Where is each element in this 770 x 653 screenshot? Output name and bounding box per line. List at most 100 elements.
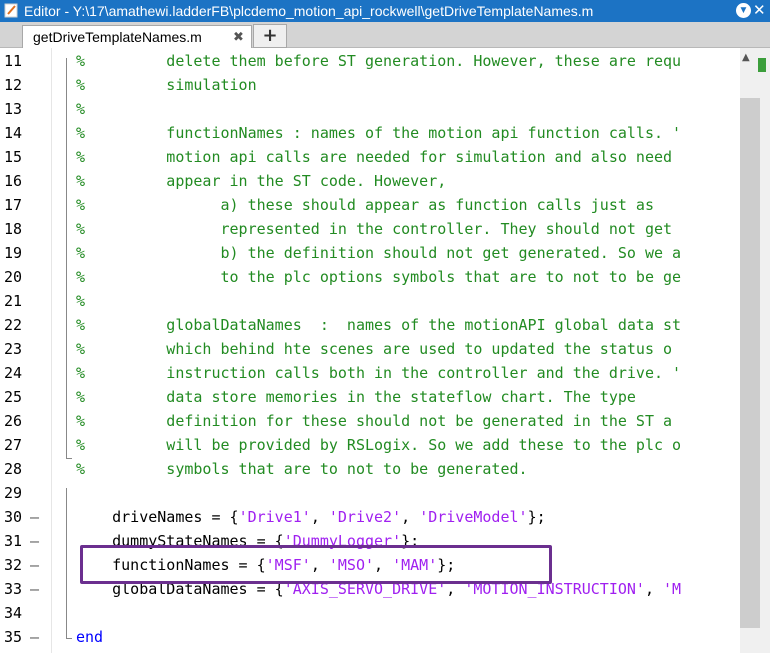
string-token: 'Drive2' bbox=[328, 508, 402, 526]
matlab-editor-icon bbox=[4, 3, 18, 18]
scroll-up-icon[interactable]: ▲ bbox=[742, 52, 750, 63]
line-number: 26 bbox=[3, 412, 22, 430]
code-text[interactable]: % appear in the ST code. However, bbox=[76, 169, 446, 193]
code-token: driveNames = { bbox=[76, 508, 239, 526]
code-text[interactable]: % functionNames : names of the motion ap… bbox=[76, 121, 681, 145]
line-number: 31 bbox=[3, 532, 22, 550]
code-text[interactable]: % a) these should appear as function cal… bbox=[76, 193, 654, 217]
code-text[interactable]: driveNames = {'Drive1', 'Drive2', 'Drive… bbox=[76, 505, 546, 529]
tab-bar: getDriveTemplateNames.m ✖ + bbox=[0, 22, 770, 48]
code-line[interactable]: 22 % globalDataNames : names of the motio… bbox=[0, 313, 740, 337]
line-number: 21 bbox=[3, 292, 22, 310]
code-line[interactable]: 26 % definition for these should not be g… bbox=[0, 409, 740, 433]
code-line[interactable]: 12 % simulation bbox=[0, 73, 740, 97]
code-text[interactable]: % represented in the controller. They sh… bbox=[76, 217, 672, 241]
code-text[interactable]: % data store memories in the stateflow c… bbox=[76, 385, 636, 409]
comment-token: % symbols that are to not to be generate… bbox=[76, 460, 528, 478]
line-number: 34 bbox=[3, 604, 22, 622]
string-token: 'M bbox=[663, 580, 682, 598]
comment-token: % represented in the controller. They sh… bbox=[76, 220, 673, 238]
code-line[interactable]: 34 bbox=[0, 601, 740, 625]
code-line[interactable]: 30– driveNames = {'Drive1', 'Drive2', 'D… bbox=[0, 505, 740, 529]
code-line[interactable]: 20 % to the plc options symbols that are … bbox=[0, 265, 740, 289]
code-text[interactable]: % to the plc options symbols that are to… bbox=[76, 265, 681, 289]
line-number: 24 bbox=[3, 364, 22, 382]
breakpoint-marker[interactable]: – bbox=[30, 577, 39, 601]
code-line[interactable]: 15 % motion api calls are needed for simu… bbox=[0, 145, 740, 169]
comment-token: % motion api calls are needed for simula… bbox=[76, 148, 673, 166]
code-line[interactable]: 28 % symbols that are to not to be genera… bbox=[0, 457, 740, 481]
line-number: 15 bbox=[3, 148, 22, 166]
line-number: 16 bbox=[3, 172, 22, 190]
line-number: 30 bbox=[3, 508, 22, 526]
window-title: Editor - Y:\17\amathewi.ladderFB\plcdemo… bbox=[24, 3, 594, 19]
comment-token: % functionNames : names of the motion ap… bbox=[76, 124, 682, 142]
highlight-box bbox=[80, 545, 552, 584]
analyzer-status-indicator[interactable] bbox=[758, 58, 766, 72]
code-text[interactable]: % bbox=[76, 97, 85, 121]
comment-token: % data store memories in the stateflow c… bbox=[76, 388, 636, 406]
code-line[interactable]: 16 % appear in the ST code. However, bbox=[0, 169, 740, 193]
code-text[interactable]: % definition for these should not be gen… bbox=[76, 409, 672, 433]
line-number: 27 bbox=[3, 436, 22, 454]
breakpoint-marker[interactable]: – bbox=[30, 553, 39, 577]
comment-token: % bbox=[76, 100, 86, 118]
code-line[interactable]: 21% bbox=[0, 289, 740, 313]
breakpoint-marker[interactable]: – bbox=[30, 505, 39, 529]
line-number: 29 bbox=[3, 484, 22, 502]
code-text[interactable]: % motion api calls are needed for simula… bbox=[76, 145, 672, 169]
line-number: 35 bbox=[3, 628, 22, 646]
line-number: 13 bbox=[3, 100, 22, 118]
code-line[interactable]: 18 % represented in the controller. They … bbox=[0, 217, 740, 241]
line-number: 11 bbox=[3, 52, 22, 70]
comment-token: % a) these should appear as function cal… bbox=[76, 196, 654, 214]
code-text[interactable]: % instruction calls both in the controll… bbox=[76, 361, 681, 385]
code-line[interactable]: 17 % a) these should appear as function c… bbox=[0, 193, 740, 217]
code-line[interactable]: 25 % data store memories in the stateflow… bbox=[0, 385, 740, 409]
comment-token: % b) the definition should not get gener… bbox=[76, 244, 682, 262]
line-number: 17 bbox=[3, 196, 22, 214]
line-number: 14 bbox=[3, 124, 22, 142]
line-number: 19 bbox=[3, 244, 22, 262]
code-text[interactable]: % which behind hte scenes are used to up… bbox=[76, 337, 672, 361]
line-number: 33 bbox=[3, 580, 22, 598]
code-line[interactable]: 24 % instruction calls both in the contro… bbox=[0, 361, 740, 385]
code-line[interactable]: 29 bbox=[0, 481, 740, 505]
line-number: 32 bbox=[3, 556, 22, 574]
tab-label: getDriveTemplateNames.m bbox=[33, 29, 202, 45]
title-bar: Editor - Y:\17\amathewi.ladderFB\plcdemo… bbox=[0, 0, 770, 22]
code-text[interactable]: % symbols that are to not to be generate… bbox=[76, 457, 528, 481]
scrollbar-thumb[interactable] bbox=[740, 98, 760, 628]
comment-token: % which behind hte scenes are used to up… bbox=[76, 340, 673, 358]
code-text[interactable]: % bbox=[76, 289, 85, 313]
code-line[interactable]: 23 % which behind hte scenes are used to … bbox=[0, 337, 740, 361]
code-line[interactable]: 14 % functionNames : names of the motion … bbox=[0, 121, 740, 145]
editor-actions-icon[interactable]: ▼ bbox=[736, 3, 751, 18]
line-number: 20 bbox=[3, 268, 22, 286]
code-line[interactable]: 27 % will be provided by RSLogix. So we a… bbox=[0, 433, 740, 457]
code-line[interactable]: 13% bbox=[0, 97, 740, 121]
tab-getdrivetemplatenames[interactable]: getDriveTemplateNames.m ✖ bbox=[22, 25, 252, 48]
breakpoint-marker[interactable]: – bbox=[30, 625, 39, 649]
comment-token: % will be provided by RSLogix. So we add… bbox=[76, 436, 682, 454]
line-number: 12 bbox=[3, 76, 22, 94]
code-text[interactable]: % will be provided by RSLogix. So we add… bbox=[76, 433, 681, 457]
comment-token: % to the plc options symbols that are to… bbox=[76, 268, 682, 286]
tab-close-icon[interactable]: ✖ bbox=[233, 29, 244, 45]
code-text[interactable]: % b) the definition should not get gener… bbox=[76, 241, 681, 265]
comment-token: % globalDataNames : names of the motionA… bbox=[76, 316, 682, 334]
code-text[interactable]: % delete them before ST generation. Howe… bbox=[76, 49, 681, 73]
code-text[interactable]: end bbox=[76, 625, 103, 649]
code-line[interactable]: 19 % b) the definition should not get gen… bbox=[0, 241, 740, 265]
string-token: 'Drive1' bbox=[238, 508, 311, 526]
code-text[interactable]: % simulation bbox=[76, 73, 257, 97]
code-token: , bbox=[310, 508, 329, 526]
close-icon[interactable]: ✕ bbox=[753, 1, 766, 19]
breakpoint-marker[interactable]: – bbox=[30, 529, 39, 553]
code-text[interactable]: % globalDataNames : names of the motionA… bbox=[76, 313, 681, 337]
comment-token: % simulation bbox=[76, 76, 257, 94]
add-tab-button[interactable]: + bbox=[253, 24, 287, 48]
line-number: 22 bbox=[3, 316, 22, 334]
code-line[interactable]: 11 % delete them before ST generation. Ho… bbox=[0, 49, 740, 73]
code-line[interactable]: 35– end bbox=[0, 625, 740, 649]
